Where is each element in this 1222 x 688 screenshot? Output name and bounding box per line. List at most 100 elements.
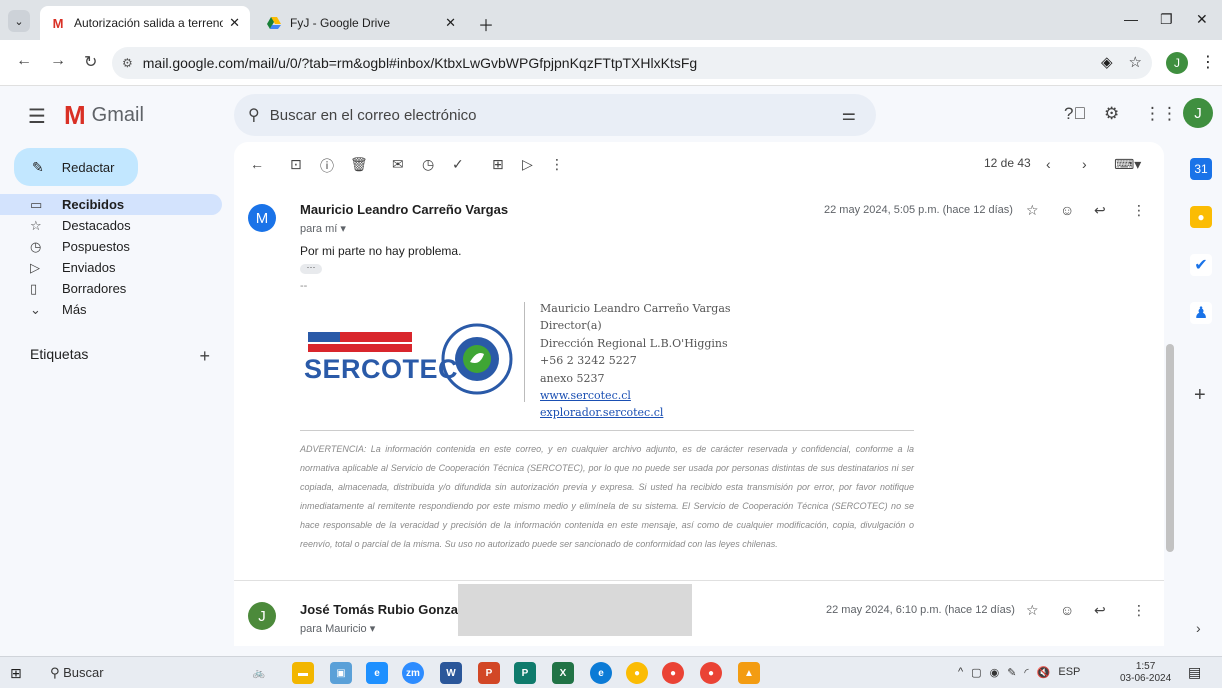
file-explorer-icon[interactable]: ▬ bbox=[292, 662, 314, 684]
help-icon[interactable]: ?⃝ bbox=[1064, 104, 1086, 124]
confidentiality-warning: ADVERTENCIA: La información contenida en… bbox=[300, 444, 914, 549]
signature-link-explorer[interactable]: explorador.sercotec.cl bbox=[540, 404, 731, 421]
restore-icon[interactable]: ❐ bbox=[1160, 11, 1173, 28]
account-avatar[interactable]: J bbox=[1183, 98, 1213, 128]
add-task-icon[interactable]: ✓ bbox=[452, 156, 464, 173]
back-to-inbox-icon[interactable]: ← bbox=[250, 156, 264, 172]
forward-icon[interactable]: → bbox=[50, 52, 66, 70]
new-tab-icon[interactable]: ＋ bbox=[478, 12, 494, 36]
sidebar-item-more[interactable]: ⌄ Más bbox=[0, 299, 222, 320]
app-warning-icon[interactable]: ▲ bbox=[738, 662, 760, 684]
sidebar-item-inbox[interactable]: ▭ Recibidos bbox=[0, 194, 222, 215]
word-icon[interactable]: W bbox=[440, 662, 462, 684]
wifi-icon[interactable]: ◜ bbox=[1024, 666, 1028, 679]
app-icon[interactable]: ▣ bbox=[330, 662, 352, 684]
newer-icon[interactable]: ‹ bbox=[1046, 156, 1051, 172]
search-input[interactable]: Buscar en el correo electrónico bbox=[270, 107, 477, 124]
powerpoint-icon[interactable]: P bbox=[478, 662, 500, 684]
recipient-line[interactable]: para mí ▾ bbox=[300, 222, 346, 235]
delete-icon[interactable]: 🗑 bbox=[350, 156, 368, 173]
reply-icon[interactable]: ↩ bbox=[1094, 602, 1106, 619]
project-icon[interactable]: P bbox=[514, 662, 536, 684]
volume-mute-icon[interactable]: 🔇 bbox=[1037, 666, 1051, 679]
compose-label: Redactar bbox=[61, 159, 115, 175]
tab-gmail[interactable]: M Autorización salida a terreno - j ✕ bbox=[40, 6, 250, 40]
add-label-icon[interactable]: + bbox=[199, 346, 210, 367]
browser-menu-icon[interactable]: ⋮ bbox=[1200, 52, 1216, 72]
older-icon[interactable]: › bbox=[1082, 156, 1087, 172]
tray-app-icon[interactable]: ▢ bbox=[971, 666, 981, 679]
tray-app-icon-2[interactable]: ◉ bbox=[990, 666, 1000, 679]
emoji-react-icon[interactable]: ☺ bbox=[1060, 602, 1074, 618]
notifications-icon[interactable]: ▤ bbox=[1188, 664, 1201, 681]
archive-icon[interactable]: ⊡ bbox=[290, 156, 302, 173]
chevron-up-icon[interactable]: ^ bbox=[958, 666, 963, 679]
search-icon[interactable]: ⚲ bbox=[248, 105, 260, 125]
move-to-icon[interactable]: ⊞ bbox=[492, 156, 504, 173]
search-options-icon[interactable]: ⚌ bbox=[842, 105, 856, 125]
sender-name[interactable]: Mauricio Leandro Carreño Vargas bbox=[300, 202, 508, 217]
sidebar-item-starred[interactable]: ☆ Destacados bbox=[0, 215, 222, 236]
calendar-icon[interactable]: 31 bbox=[1190, 158, 1212, 180]
close-icon[interactable]: ✕ bbox=[445, 15, 456, 31]
excel-icon[interactable]: X bbox=[552, 662, 574, 684]
sidebar-item-snoozed[interactable]: ◷ Pospuestos bbox=[0, 236, 222, 257]
more-options-icon[interactable]: ⋮ bbox=[1132, 202, 1146, 219]
snooze-icon[interactable]: ◷ bbox=[422, 156, 434, 173]
more-options-icon[interactable]: ⋮ bbox=[1132, 602, 1146, 619]
search-bar[interactable]: ⚲ Buscar en el correo electrónico ⚌ bbox=[234, 94, 876, 136]
recipient-line[interactable]: para Mauricio ▾ bbox=[300, 622, 375, 635]
close-window-icon[interactable]: ✕ bbox=[1196, 11, 1208, 28]
site-info-icon[interactable]: ⚙ bbox=[122, 56, 133, 70]
sender-name[interactable]: José Tomás Rubio Gonzale bbox=[300, 602, 469, 617]
language-indicator[interactable]: ESP bbox=[1058, 666, 1080, 679]
gmail-m-icon: M bbox=[64, 100, 86, 130]
back-icon[interactable]: ← bbox=[16, 52, 32, 70]
profile-avatar[interactable]: J bbox=[1166, 52, 1188, 74]
mark-unread-icon[interactable]: ✉ bbox=[392, 156, 404, 173]
main-menu-icon[interactable]: ☰ bbox=[28, 104, 46, 129]
chrome-icon[interactable]: ● bbox=[626, 662, 648, 684]
address-bar[interactable]: ⚙ mail.google.com/mail/u/0/?tab=rm&ogbl#… bbox=[112, 47, 1152, 79]
tasks-icon[interactable]: ✔ bbox=[1190, 254, 1212, 276]
tab-drive[interactable]: FyJ - Google Drive ✕ bbox=[256, 6, 466, 40]
gmail-logo[interactable]: M Gmail bbox=[64, 100, 144, 131]
report-spam-icon[interactable]: ⓘ bbox=[320, 156, 334, 176]
star-icon[interactable]: ☆ bbox=[1026, 602, 1039, 619]
reply-icon[interactable]: ↩ bbox=[1094, 202, 1106, 219]
eye-icon[interactable]: ◈ bbox=[1101, 53, 1113, 71]
sidebar-item-drafts[interactable]: ▯ Borradores bbox=[0, 278, 222, 299]
taskbar-clock[interactable]: 1:57 03-06-2024 bbox=[1120, 661, 1171, 685]
close-icon[interactable]: ✕ bbox=[229, 15, 240, 31]
bookmark-star-icon[interactable]: ☆ bbox=[1129, 53, 1142, 71]
compose-button[interactable]: ✎ Redactar bbox=[14, 148, 138, 186]
bicycle-widget-icon[interactable]: 🚲 bbox=[248, 662, 270, 684]
internet-explorer-icon[interactable]: e bbox=[366, 662, 388, 684]
keep-icon[interactable]: ● bbox=[1190, 206, 1212, 228]
chrome-profile-icon[interactable]: ● bbox=[662, 662, 684, 684]
settings-gear-icon[interactable]: ⚙ bbox=[1104, 104, 1119, 124]
sidebar-item-sent[interactable]: ▷ Enviados bbox=[0, 257, 222, 278]
contacts-icon[interactable]: ♟ bbox=[1190, 302, 1212, 324]
star-icon[interactable]: ☆ bbox=[1026, 202, 1039, 219]
minimize-icon[interactable]: — bbox=[1124, 11, 1138, 27]
windows-start-icon[interactable]: ⊞ bbox=[10, 665, 22, 682]
label-icon[interactable]: ▷ bbox=[522, 156, 533, 173]
expand-panel-icon[interactable]: › bbox=[1196, 620, 1201, 636]
input-tools-icon[interactable]: ⌨▾ bbox=[1114, 156, 1141, 173]
scrollbar-thumb[interactable] bbox=[1166, 344, 1174, 552]
tab-search-icon[interactable]: ⌄ bbox=[8, 10, 30, 32]
chrome-profile-2-icon[interactable]: ● bbox=[700, 662, 722, 684]
message-toolbar: ← ⊡ ⓘ 🗑 ✉ ◷ ✓ ⊞ ▷ ⋮ 12 de 43 ‹ › ⌨▾ bbox=[234, 154, 1164, 178]
signature-link-website[interactable]: www.sercotec.cl bbox=[540, 387, 731, 404]
clock-date: 03-06-2024 bbox=[1120, 673, 1172, 684]
emoji-react-icon[interactable]: ☺ bbox=[1060, 202, 1074, 218]
zoom-icon[interactable]: zm bbox=[402, 662, 424, 684]
show-trimmed-content-button[interactable]: ··· bbox=[300, 263, 322, 274]
edge-icon[interactable]: e bbox=[590, 662, 612, 684]
more-options-icon[interactable]: ⋮ bbox=[550, 156, 564, 173]
tray-input-icon[interactable]: ✎ bbox=[1007, 666, 1016, 679]
reload-icon[interactable]: ↻ bbox=[84, 52, 97, 72]
taskbar-search[interactable]: ⚲ Buscar bbox=[50, 665, 104, 681]
get-addons-icon[interactable]: + bbox=[1194, 384, 1206, 407]
